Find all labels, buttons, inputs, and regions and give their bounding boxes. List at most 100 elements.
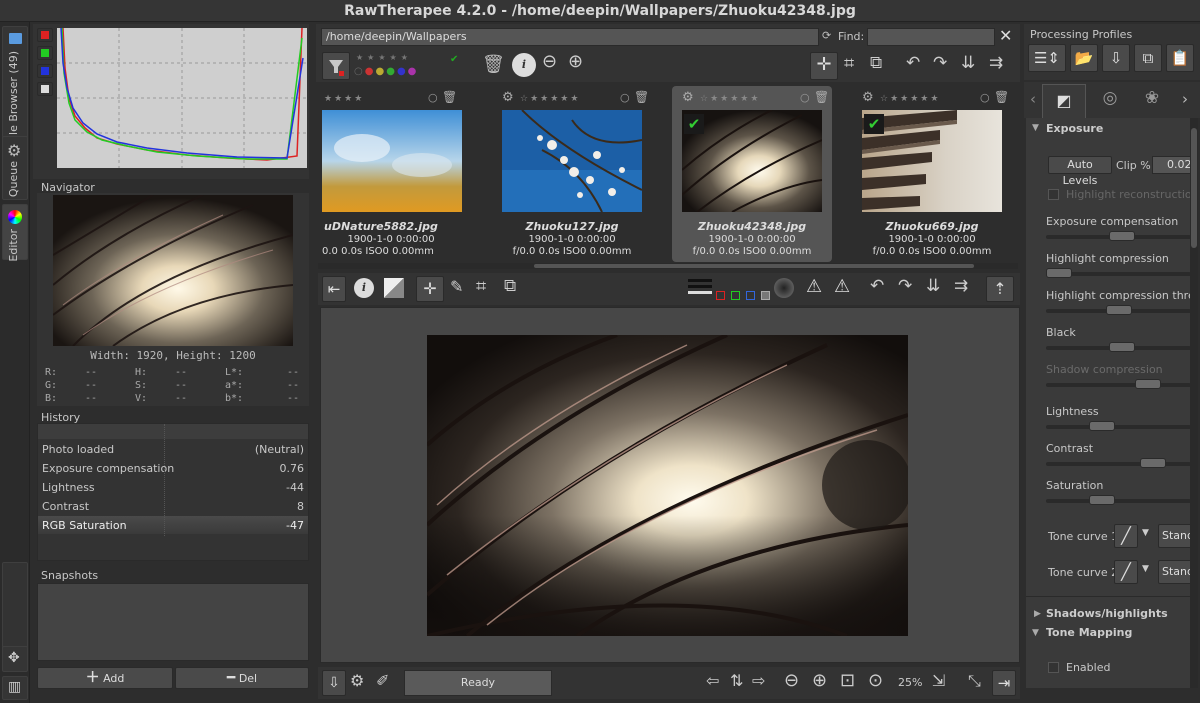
rank-stars[interactable]: ☆★★★★★ [700, 94, 760, 104]
thumb-scrollbar-handle[interactable] [534, 264, 974, 268]
thumbnail-card[interactable]: ☆★★★★★ ⚙ ○ 🗑 ✔ Zhuoku42348.jpg 1900-1-0 0:00:0… [672, 86, 832, 262]
navigator-preview[interactable] [53, 195, 293, 346]
trash-icon[interactable]: 🗑 [634, 90, 649, 104]
tab-file-browser[interactable]: File Browser (49) [2, 26, 28, 154]
refresh-icon[interactable]: ⟳ [822, 29, 831, 42]
trash-icon[interactable]: 🗑 [482, 54, 505, 75]
rank-stars[interactable]: ★★★★ [324, 94, 364, 104]
gear-icon[interactable]: ⚙ [502, 90, 514, 105]
tone-curve-2-mode-select[interactable]: Standard [1158, 560, 1190, 584]
path-input[interactable]: /home/deepin/Wallpapers [321, 28, 819, 46]
transform-icon[interactable]: ⧉ [504, 276, 516, 296]
chevron-down-icon[interactable]: ▼ [1142, 564, 1149, 574]
save-profile-button[interactable]: ⇩ [1102, 44, 1130, 72]
rank-stars[interactable]: ☆★★★★★ [880, 94, 940, 104]
load-profile-button[interactable]: 📂 [1070, 44, 1098, 72]
slider-track[interactable] [1046, 342, 1190, 352]
slider-knob[interactable] [1106, 305, 1132, 315]
rotate-right-icon[interactable]: ↷ [933, 53, 947, 73]
slider-knob[interactable] [1089, 495, 1115, 505]
tabs-right-arrow-icon[interactable]: › [1182, 90, 1188, 108]
crop-icon[interactable]: ⌗ [476, 276, 486, 297]
trash-icon[interactable]: 🗑 [814, 90, 829, 104]
thumbnail-card[interactable]: ★★★★ ○ 🗑 uDNature5882.jpg 1900-1-0 0:00:00 0.… [300, 86, 462, 262]
crop-icon[interactable]: ⌗ [844, 53, 854, 74]
thumbnail-image[interactable] [502, 110, 642, 212]
queue-icon[interactable]: ⚙ [350, 671, 364, 690]
add-snapshot-button[interactable]: ＋ Add [37, 667, 173, 689]
tool-panel-scrollbar-handle[interactable] [1191, 128, 1197, 248]
tone-mapping-enabled-checkbox[interactable] [1048, 662, 1059, 673]
rotate-right-icon[interactable]: ↷ [898, 276, 912, 296]
thumbnail-image[interactable] [322, 110, 462, 212]
reject-icon[interactable]: ○ [980, 91, 990, 104]
exposure-section-title[interactable]: Exposure [1046, 122, 1103, 135]
hand-tool-button[interactable]: ✛ [416, 276, 444, 302]
zoom-out-icon[interactable]: ⊖ [784, 670, 799, 691]
focus-mask-icon[interactable] [774, 278, 794, 298]
hide-right-panel-button[interactable]: ⇥ [992, 670, 1016, 696]
tool-panel-scrollbar[interactable] [1190, 118, 1198, 688]
info-icon[interactable]: i [354, 278, 374, 298]
slider-knob[interactable] [1089, 421, 1115, 431]
gear-icon[interactable]: ⚙ [682, 90, 694, 105]
save-image-button[interactable]: ⇩ [322, 670, 346, 696]
main-image[interactable] [427, 335, 908, 636]
delete-snapshot-button[interactable]: ━ Del [175, 667, 309, 689]
history-row[interactable]: Contrast 8 [38, 497, 308, 516]
tab-editor[interactable]: Editor [2, 204, 28, 262]
blue-preview-icon[interactable] [746, 291, 755, 300]
edited-filter-icon[interactable]: ✔ [450, 54, 458, 65]
zoom-100-icon[interactable]: ⊙ [868, 670, 883, 691]
hide-left-panel-button[interactable]: ⇤ [322, 276, 346, 302]
slider-track[interactable] [1046, 305, 1190, 315]
shadows-highlights-section-title[interactable]: Shadows/highlights [1046, 607, 1168, 620]
zoom-out-icon[interactable]: ⊖ [542, 51, 557, 72]
blue-channel-icon[interactable] [41, 67, 49, 75]
transform-icon[interactable]: ⧉ [870, 53, 882, 73]
history-row[interactable]: Photo loaded (Neutral) [38, 440, 308, 459]
reject-icon[interactable]: ○ [800, 91, 810, 104]
tone-mapping-section-title[interactable]: Tone Mapping [1046, 626, 1132, 639]
highlight-clip-warning-icon[interactable]: ⚠ [834, 276, 850, 297]
fullscreen-icon[interactable]: ⤡ [968, 671, 981, 691]
history-row[interactable]: Lightness -44 [38, 478, 308, 497]
green-channel-icon[interactable] [41, 49, 49, 57]
expander-open-icon[interactable]: ▼ [1032, 123, 1039, 133]
zoom-fit-icon[interactable]: ⊡ [840, 670, 855, 691]
info-icon[interactable]: i [512, 53, 536, 77]
chevron-down-icon[interactable]: ▼ [1142, 528, 1149, 538]
green-preview-icon[interactable] [731, 291, 740, 300]
detail-tab[interactable]: ◎ [1090, 88, 1130, 108]
zoom-in-icon[interactable]: ⊕ [568, 51, 583, 72]
filter-button[interactable] [322, 52, 350, 80]
hand-tool-button[interactable]: ✛ [810, 52, 838, 80]
slider-track[interactable] [1046, 458, 1190, 468]
preview-mode-icon[interactable] [688, 276, 712, 300]
slider-knob[interactable] [1046, 268, 1072, 278]
copy-profile-button[interactable]: ⧉ [1134, 44, 1162, 72]
rotate-left-icon[interactable]: ↶ [906, 53, 920, 73]
luminance-channel-icon[interactable] [41, 85, 49, 93]
thumbnail-card[interactable]: ☆★★★★★ ⚙ ○ 🗑 ✔ Zhuoku669.jpg 1900-1-0 0:00:00 f… [852, 86, 1012, 262]
flip-horizontal-icon[interactable]: ⇉ [989, 53, 1003, 73]
expander-open-icon[interactable]: ▼ [1032, 628, 1039, 638]
tone-curve-1-mode-select[interactable]: Standard [1158, 524, 1190, 548]
slider-knob[interactable] [1109, 342, 1135, 352]
filmstrip-button[interactable]: ▥ [2, 676, 28, 700]
gear-icon[interactable]: ⚙ [862, 90, 874, 105]
slider-track[interactable] [1046, 421, 1190, 431]
slider-knob[interactable] [1140, 458, 1166, 468]
slider-knob[interactable] [1135, 379, 1161, 389]
profile-select[interactable]: ☰⇕ [1028, 44, 1066, 72]
image-canvas[interactable] [320, 307, 1020, 663]
slider-track[interactable] [1046, 379, 1190, 389]
history-row[interactable]: Exposure compensation 0.76 [38, 459, 308, 478]
next-image-icon[interactable]: ⇨ [752, 671, 765, 690]
before-after-icon[interactable] [384, 278, 404, 298]
highlight-reconstruction-checkbox[interactable] [1048, 189, 1059, 200]
reject-icon[interactable]: ○ [620, 91, 630, 104]
trash-icon[interactable]: 🗑 [442, 90, 457, 104]
red-channel-icon[interactable] [41, 31, 49, 39]
slider-knob[interactable] [1109, 231, 1135, 241]
